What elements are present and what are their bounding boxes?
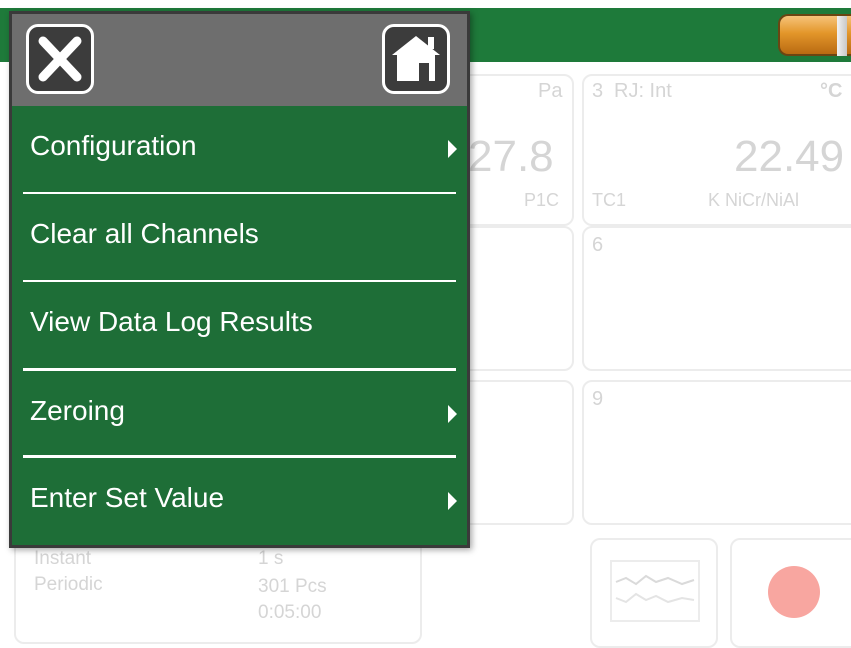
home-button[interactable] bbox=[382, 24, 450, 94]
channel-8-card[interactable] bbox=[460, 380, 574, 525]
battery-icon bbox=[778, 14, 851, 56]
channel-3-type: K NiCr/NiAl bbox=[708, 190, 800, 210]
main-menu: Configuration Clear all Channels View Da… bbox=[9, 11, 470, 548]
graph-button[interactable] bbox=[590, 538, 718, 648]
menu-item-label: Enter Set Value bbox=[30, 482, 225, 513]
menu-item-label: Clear all Channels bbox=[30, 218, 259, 249]
channel-1-value: 27.8 bbox=[468, 132, 554, 181]
log-label-instant: Instant bbox=[34, 548, 92, 569]
channel-3-sensor: TC1 bbox=[592, 190, 627, 210]
record-icon bbox=[768, 566, 820, 618]
menu-item-label: View Data Log Results bbox=[30, 306, 313, 337]
channel-3-unit: °C bbox=[820, 80, 843, 102]
channel-5-card[interactable] bbox=[460, 226, 574, 371]
record-button[interactable] bbox=[730, 538, 851, 648]
channel-6-number: 6 bbox=[592, 234, 604, 256]
channel-3-value: 22.49 bbox=[734, 132, 845, 181]
log-label-periodic: Periodic bbox=[34, 574, 103, 595]
log-interval: 1 s bbox=[258, 548, 284, 569]
channel-3-rj: RJ: Int bbox=[614, 80, 672, 102]
close-button[interactable] bbox=[26, 24, 94, 94]
menu-item-view-data-log-results[interactable]: View Data Log Results bbox=[12, 282, 467, 368]
channel-6-card[interactable]: 6 bbox=[582, 226, 851, 371]
menu-header bbox=[12, 14, 467, 106]
channel-1-unit: Pa bbox=[538, 80, 563, 102]
channel-9-card[interactable]: 9 bbox=[582, 380, 851, 525]
home-icon bbox=[392, 36, 440, 81]
close-icon bbox=[38, 36, 82, 82]
menu-item-clear-all-channels[interactable]: Clear all Channels bbox=[12, 194, 467, 280]
menu-item-zeroing[interactable]: Zeroing bbox=[12, 371, 467, 457]
log-count: 301 Pcs bbox=[258, 576, 327, 597]
channel-3-number: 3 bbox=[592, 80, 604, 102]
graph-icon bbox=[610, 560, 700, 622]
data-log-panel[interactable]: Instant Periodic 1 s 301 Pcs 0:05:00 bbox=[14, 532, 422, 644]
log-duration: 0:05:00 bbox=[258, 602, 322, 623]
chevron-right-icon bbox=[448, 140, 457, 158]
menu-item-configuration[interactable]: Configuration bbox=[12, 106, 467, 192]
menu-item-enter-set-value[interactable]: Enter Set Value bbox=[12, 458, 467, 544]
channel-1-card[interactable]: Pa 27.8 P1C bbox=[460, 74, 574, 226]
channel-9-number: 9 bbox=[592, 388, 604, 410]
menu-item-label: Zeroing bbox=[30, 395, 125, 426]
menu-item-label: Configuration bbox=[30, 130, 197, 161]
chevron-right-icon bbox=[448, 405, 457, 423]
channel-3-card[interactable]: 3 RJ: Int °C 22.49 TC1 K NiCr/NiAl bbox=[582, 74, 851, 226]
chevron-right-icon bbox=[448, 492, 457, 510]
channel-1-footer: P1C bbox=[524, 190, 560, 210]
